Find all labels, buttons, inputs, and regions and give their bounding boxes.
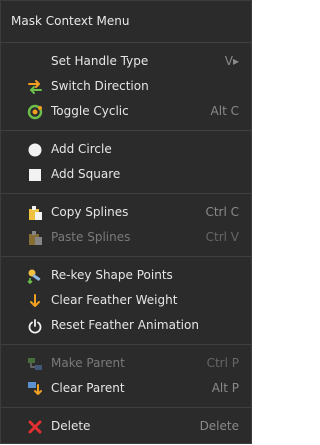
menu-group-keys: Re-key Shape Points Clear Feather Weight… bbox=[1, 257, 251, 344]
menu-group-add: Add Circle Add Square bbox=[1, 131, 251, 193]
toggle-cyclic-icon bbox=[27, 104, 43, 120]
menu-item-add-square[interactable]: Add Square bbox=[1, 162, 251, 187]
menu-item-label: Delete bbox=[51, 419, 91, 433]
shortcut-label: Alt P bbox=[211, 381, 239, 395]
menu-item-make-parent[interactable]: Make Parent Ctrl P bbox=[1, 351, 251, 376]
switch-direction-icon bbox=[27, 79, 43, 95]
clear-parent-icon bbox=[27, 381, 43, 397]
menu-item-rekey-shape-points[interactable]: Re-key Shape Points bbox=[1, 263, 251, 288]
shortcut-label: Alt C bbox=[210, 104, 239, 118]
menu-group-delete: Delete Delete bbox=[1, 408, 251, 445]
menu-item-paste-splines[interactable]: Paste Splines Ctrl V bbox=[1, 225, 251, 250]
menu-item-label: Clear Parent bbox=[51, 381, 125, 395]
menu-item-label: Make Parent bbox=[51, 356, 125, 370]
menu-item-label: Switch Direction bbox=[51, 79, 149, 93]
menu-item-switch-direction[interactable]: Switch Direction bbox=[1, 74, 251, 99]
menu-item-clear-feather-weight[interactable]: Clear Feather Weight bbox=[1, 288, 251, 313]
menu-item-label: Reset Feather Animation bbox=[51, 318, 199, 332]
menu-item-toggle-cyclic[interactable]: Toggle Cyclic Alt C bbox=[1, 99, 251, 124]
menu-item-add-circle[interactable]: Add Circle bbox=[1, 137, 251, 162]
menu-item-label: Add Circle bbox=[51, 142, 112, 156]
circle-icon bbox=[27, 142, 43, 158]
menu-item-label: Copy Splines bbox=[51, 205, 129, 219]
paste-icon bbox=[27, 230, 43, 246]
menu-item-label: Clear Feather Weight bbox=[51, 293, 178, 307]
menu-item-label: Paste Splines bbox=[51, 230, 131, 244]
shortcut-label: V▸ bbox=[224, 54, 239, 68]
delete-x-icon bbox=[27, 419, 43, 435]
arrow-down-icon bbox=[27, 293, 43, 309]
make-parent-icon bbox=[27, 356, 43, 372]
menu-group-parent: Make Parent Ctrl P Clear Parent Alt P bbox=[1, 345, 251, 407]
menu-item-clear-parent[interactable]: Clear Parent Alt P bbox=[1, 376, 251, 401]
menu-item-label: Add Square bbox=[51, 167, 121, 181]
menu-item-reset-feather-animation[interactable]: Reset Feather Animation bbox=[1, 313, 251, 338]
power-icon bbox=[27, 318, 43, 334]
rekey-icon bbox=[27, 268, 43, 284]
shortcut-label: Delete bbox=[199, 419, 239, 433]
menu-item-label: Re-key Shape Points bbox=[51, 268, 173, 282]
shortcut-label: Ctrl C bbox=[205, 205, 239, 219]
menu-item-label: Set Handle Type bbox=[51, 54, 149, 68]
square-icon bbox=[27, 167, 43, 183]
menu-group-clipboard: Copy Splines Ctrl C Paste Splines Ctrl V bbox=[1, 194, 251, 256]
menu-title: Mask Context Menu bbox=[11, 14, 130, 28]
copy-icon bbox=[27, 205, 43, 221]
menu-group-handles: Set Handle Type V▸ Switch Direction Togg… bbox=[1, 43, 251, 130]
menu-item-delete[interactable]: Delete Delete bbox=[1, 414, 251, 439]
shortcut-label: Ctrl P bbox=[206, 356, 239, 370]
shortcut-label: Ctrl V bbox=[205, 230, 239, 244]
mask-context-menu: Mask Context Menu Set Handle Type V▸ Swi… bbox=[0, 0, 252, 444]
menu-item-set-handle-type[interactable]: Set Handle Type V▸ bbox=[1, 49, 251, 74]
menu-item-copy-splines[interactable]: Copy Splines Ctrl C bbox=[1, 200, 251, 225]
menu-item-label: Toggle Cyclic bbox=[51, 104, 129, 118]
